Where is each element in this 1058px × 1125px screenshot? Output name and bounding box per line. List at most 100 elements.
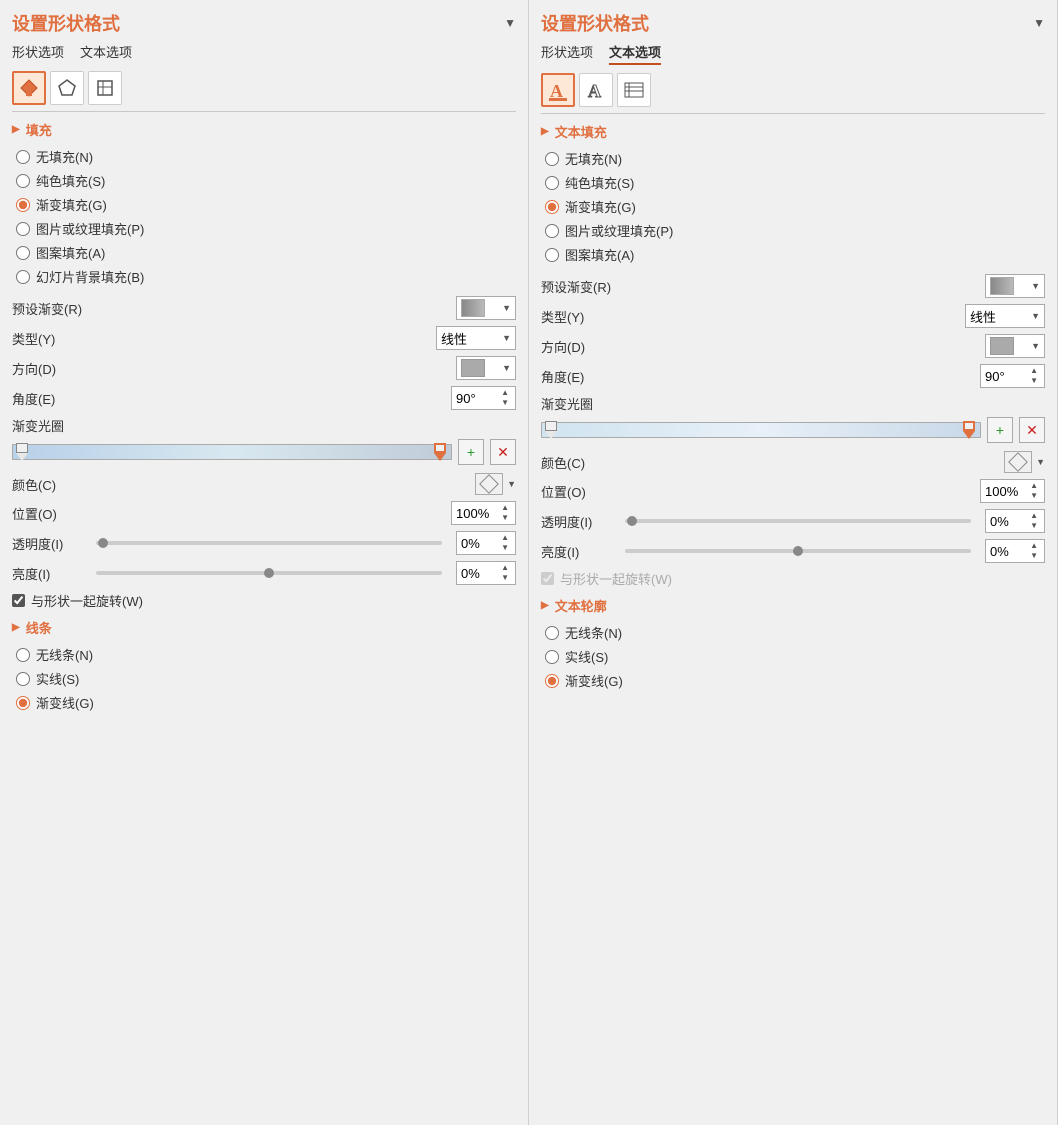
- left-position-input[interactable]: 100% ▲ ▼: [451, 501, 516, 525]
- right-line-option-2[interactable]: 渐变线(G): [545, 671, 1045, 690]
- right-tab-shape[interactable]: 形状选项: [541, 42, 593, 65]
- right-text-outline-icon-btn[interactable]: A: [579, 73, 613, 107]
- left-angle-input[interactable]: 90° ▲ ▼: [451, 386, 516, 410]
- left-transparency-slider[interactable]: [96, 541, 442, 545]
- left-fill-radio-2[interactable]: [16, 198, 30, 212]
- right-angle-up[interactable]: ▲: [1028, 366, 1040, 376]
- right-gradient-bar[interactable]: [541, 422, 981, 438]
- left-angle-down[interactable]: ▼: [499, 398, 511, 408]
- left-title-arrow[interactable]: ▼: [504, 16, 516, 30]
- left-direction-select[interactable]: ▼: [456, 356, 516, 380]
- right-position-input[interactable]: 100% ▲ ▼: [980, 479, 1045, 503]
- left-line-radio-2[interactable]: [16, 696, 30, 710]
- left-shape-icon-btn[interactable]: [50, 71, 84, 105]
- left-transparency-input[interactable]: 0% ▲ ▼: [456, 531, 516, 555]
- left-fill-option-3[interactable]: 图片或纹理填充(P): [16, 219, 516, 238]
- right-position-down[interactable]: ▼: [1028, 491, 1040, 501]
- right-brightness-up[interactable]: ▲: [1028, 541, 1040, 551]
- left-gradient-bar[interactable]: [12, 444, 452, 460]
- left-fill-option-1[interactable]: 纯色填充(S): [16, 171, 516, 190]
- left-color-caret[interactable]: ▼: [507, 479, 516, 489]
- right-fill-radio-3[interactable]: [545, 224, 559, 238]
- left-rotate-row[interactable]: 与形状一起旋转(W): [12, 591, 516, 610]
- right-text-effects-icon-btn[interactable]: [617, 73, 651, 107]
- right-line-triangle[interactable]: ▶: [541, 600, 549, 611]
- left-tab-text[interactable]: 文本选项: [80, 42, 132, 63]
- right-angle-input[interactable]: 90° ▲ ▼: [980, 364, 1045, 388]
- left-angle-up[interactable]: ▲: [499, 388, 511, 398]
- left-fill-radio-5[interactable]: [16, 270, 30, 284]
- right-position-up[interactable]: ▲: [1028, 481, 1040, 491]
- right-angle-down[interactable]: ▼: [1028, 376, 1040, 386]
- left-brightness-slider[interactable]: [96, 571, 442, 575]
- right-stop-right[interactable]: [962, 421, 976, 441]
- left-fill-radio-3[interactable]: [16, 222, 30, 236]
- right-fill-option-1[interactable]: 纯色填充(S): [545, 173, 1045, 192]
- left-fill-option-2[interactable]: 渐变填充(G): [16, 195, 516, 214]
- right-transparency-up[interactable]: ▲: [1028, 511, 1040, 521]
- left-layout-icon-btn[interactable]: [88, 71, 122, 105]
- left-fill-icon-btn[interactable]: [12, 71, 46, 105]
- right-fill-option-4[interactable]: 图案填充(A): [545, 245, 1045, 264]
- right-tab-text[interactable]: 文本选项: [609, 42, 661, 65]
- right-brightness-input[interactable]: 0% ▲ ▼: [985, 539, 1045, 563]
- right-direction-select[interactable]: ▼: [985, 334, 1045, 358]
- left-color-btn[interactable]: [475, 473, 503, 495]
- right-line-radio-0[interactable]: [545, 626, 559, 640]
- left-brightness-input[interactable]: 0% ▲ ▼: [456, 561, 516, 585]
- left-tab-shape[interactable]: 形状选项: [12, 42, 64, 63]
- left-brightness-down[interactable]: ▼: [499, 573, 511, 583]
- right-fill-option-3[interactable]: 图片或纹理填充(P): [545, 221, 1045, 240]
- left-fill-radio-0[interactable]: [16, 150, 30, 164]
- right-type-select[interactable]: 线性 ▼: [965, 304, 1045, 328]
- right-preset-select[interactable]: ▼: [985, 274, 1045, 298]
- left-position-down[interactable]: ▼: [499, 513, 511, 523]
- right-transparency-slider[interactable]: [625, 519, 971, 523]
- right-transparency-down[interactable]: ▼: [1028, 521, 1040, 531]
- left-type-select[interactable]: 线性 ▼: [436, 326, 516, 350]
- right-color-caret[interactable]: ▼: [1036, 457, 1045, 467]
- right-fill-radio-2[interactable]: [545, 200, 559, 214]
- left-line-radio-0[interactable]: [16, 648, 30, 662]
- right-fill-triangle[interactable]: ▶: [541, 126, 549, 137]
- right-line-option-1[interactable]: 实线(S): [545, 647, 1045, 666]
- left-stop-right[interactable]: [433, 443, 447, 463]
- right-transparency-input[interactable]: 0% ▲ ▼: [985, 509, 1045, 533]
- right-fill-radio-1[interactable]: [545, 176, 559, 190]
- left-position-up[interactable]: ▲: [499, 503, 511, 513]
- left-line-option-1[interactable]: 实线(S): [16, 669, 516, 688]
- left-preset-select[interactable]: ▼: [456, 296, 516, 320]
- right-title-arrow[interactable]: ▼: [1033, 16, 1045, 30]
- right-gradient-add-btn[interactable]: +: [987, 417, 1013, 443]
- left-line-option-2[interactable]: 渐变线(G): [16, 693, 516, 712]
- right-gradient-del-btn[interactable]: ✕: [1019, 417, 1045, 443]
- left-fill-radio-1[interactable]: [16, 174, 30, 188]
- right-fill-radio-4[interactable]: [545, 248, 559, 262]
- right-color-btn[interactable]: [1004, 451, 1032, 473]
- right-brightness-down[interactable]: ▼: [1028, 551, 1040, 561]
- right-rotate-row[interactable]: 与形状一起旋转(W): [541, 569, 1045, 588]
- right-fill-radio-0[interactable]: [545, 152, 559, 166]
- left-line-option-0[interactable]: 无线条(N): [16, 645, 516, 664]
- left-transparency-down[interactable]: ▼: [499, 543, 511, 553]
- right-stop-left[interactable]: [544, 421, 558, 441]
- left-transparency-up[interactable]: ▲: [499, 533, 511, 543]
- left-line-triangle[interactable]: ▶: [12, 622, 20, 633]
- left-brightness-up[interactable]: ▲: [499, 563, 511, 573]
- left-stop-left[interactable]: [15, 443, 29, 463]
- left-fill-triangle[interactable]: ▶: [12, 124, 20, 135]
- left-fill-radio-4[interactable]: [16, 246, 30, 260]
- right-text-fill-icon-btn[interactable]: A: [541, 73, 575, 107]
- left-fill-option-5[interactable]: 幻灯片背景填充(B): [16, 267, 516, 286]
- left-fill-option-4[interactable]: 图案填充(A): [16, 243, 516, 262]
- left-line-radio-1[interactable]: [16, 672, 30, 686]
- right-line-radio-1[interactable]: [545, 650, 559, 664]
- right-fill-option-2[interactable]: 渐变填充(G): [545, 197, 1045, 216]
- right-line-radio-2[interactable]: [545, 674, 559, 688]
- left-fill-option-0[interactable]: 无填充(N): [16, 147, 516, 166]
- right-fill-option-0[interactable]: 无填充(N): [545, 149, 1045, 168]
- right-line-option-0[interactable]: 无线条(N): [545, 623, 1045, 642]
- left-rotate-checkbox[interactable]: [12, 594, 25, 607]
- right-brightness-slider[interactable]: [625, 549, 971, 553]
- left-gradient-del-btn[interactable]: ✕: [490, 439, 516, 465]
